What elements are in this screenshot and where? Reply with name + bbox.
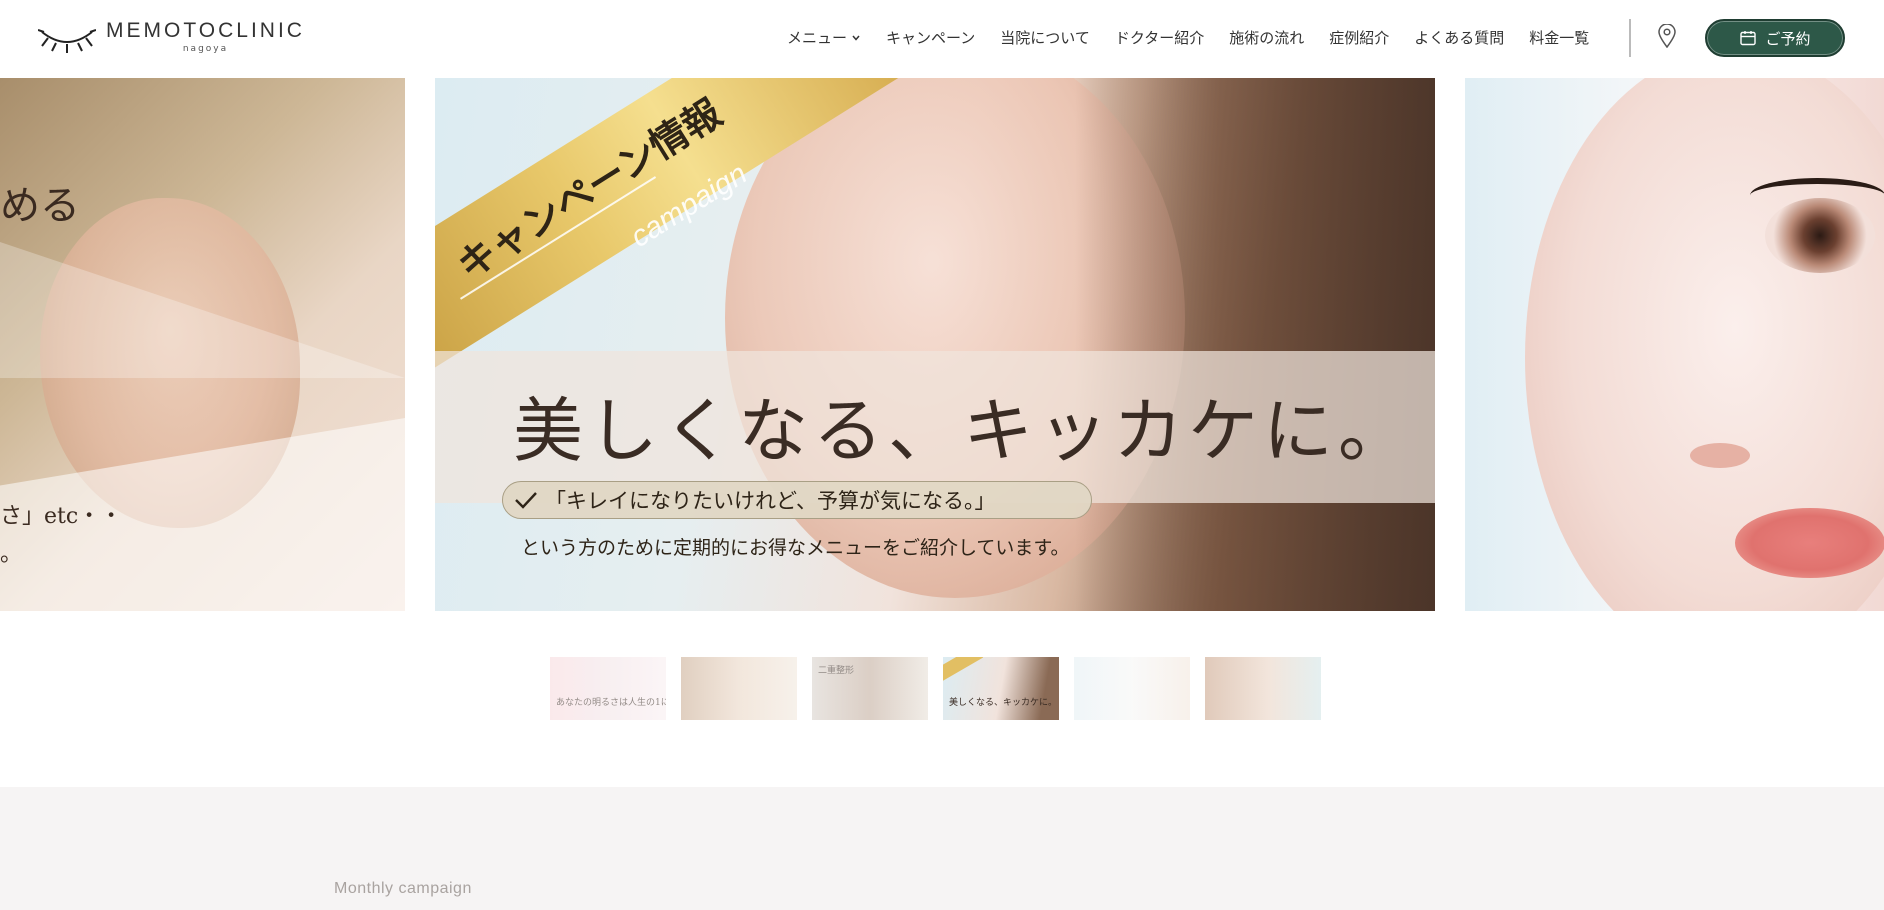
thumbnail-caption: 美しくなる、キッカケに。 bbox=[949, 698, 1058, 708]
nav-item-label: メニュー bbox=[787, 29, 848, 47]
nav-item-doctors[interactable]: ドクター紹介 bbox=[1115, 27, 1204, 48]
nav-item-pricing[interactable]: 料金一覧 bbox=[1529, 27, 1589, 48]
thumbnail-caption: 二重整形 bbox=[818, 666, 855, 676]
campaign-section: Monthly campaign bbox=[0, 787, 1884, 910]
model-hair bbox=[1075, 78, 1435, 611]
map-pin-icon[interactable] bbox=[1657, 24, 1677, 48]
nav-item-label: 施術の流れ bbox=[1229, 29, 1305, 47]
slide-subtext: という方のために定期的にお得なメニューをご紹介しています。 bbox=[521, 537, 1070, 559]
reserve-label: ご予約 bbox=[1765, 29, 1811, 48]
model-lips bbox=[1735, 508, 1884, 578]
calendar-icon bbox=[1740, 31, 1757, 46]
carousel-thumbnails: あなたの明るさは人生の1になる 二重整形 美しくなる、キッカケに。 bbox=[550, 657, 1321, 720]
chevron-down-icon bbox=[852, 35, 860, 41]
carousel-thumbnail[interactable]: あなたの明るさは人生の1になる bbox=[550, 657, 666, 720]
nav-item-label: よくある質問 bbox=[1414, 29, 1505, 47]
nav-item-menu[interactable]: メニュー bbox=[787, 27, 861, 48]
slide-headline: 美しくなる、キッカケに。 bbox=[513, 390, 1413, 472]
checkmark-icon bbox=[515, 492, 537, 509]
carousel-slide-next[interactable] bbox=[1465, 78, 1884, 611]
clinic-logo[interactable]: MEMOTOCLINIC nagoya bbox=[38, 18, 305, 54]
slide-text: さ」etc・・ bbox=[0, 504, 123, 529]
logo-subtitle: nagoya bbox=[182, 43, 229, 54]
carousel-thumbnail[interactable] bbox=[1205, 657, 1321, 720]
carousel-slide-active[interactable]: キャンペーン情報 campaign 美しくなる、キッカケに。 「キレイになりたい… bbox=[435, 78, 1435, 611]
nav-item-flow[interactable]: 施術の流れ bbox=[1229, 27, 1304, 48]
check-text: 「キレイになりたいけれど、予算が気になる。」 bbox=[545, 489, 996, 513]
eyelash-logo-icon bbox=[38, 29, 96, 53]
carousel-slide-prev[interactable]: める さ」etc・・ 。 bbox=[0, 78, 405, 611]
check-pill: 「キレイになりたいけれど、予算が気になる。」 bbox=[502, 481, 1092, 519]
model-eye bbox=[1765, 198, 1875, 273]
logo-name: MEMOTOCLINIC bbox=[106, 18, 305, 42]
nav-item-label: 症例紹介 bbox=[1329, 29, 1390, 47]
nav-item-faq[interactable]: よくある質問 bbox=[1414, 27, 1504, 48]
thumbnail-caption: あなたの明るさは人生の1になる bbox=[556, 698, 666, 708]
nav-item-label: 当院について bbox=[1000, 29, 1090, 47]
carousel-thumbnail[interactable] bbox=[681, 657, 797, 720]
header-divider bbox=[1629, 19, 1631, 57]
nav-item-label: キャンペーン bbox=[886, 29, 976, 47]
carousel-thumbnail[interactable] bbox=[1074, 657, 1190, 720]
slide-text: める bbox=[0, 183, 80, 229]
nav-item-cases[interactable]: 症例紹介 bbox=[1329, 27, 1389, 48]
site-header: MEMOTOCLINIC nagoya メニュー キャンペーン 当院について ド… bbox=[0, 0, 1884, 78]
nav-item-label: ドクター紹介 bbox=[1114, 29, 1205, 47]
reserve-button[interactable]: ご予約 bbox=[1705, 19, 1845, 57]
nav-item-label: 料金一覧 bbox=[1529, 29, 1590, 47]
nav-item-about[interactable]: 当院について bbox=[1000, 27, 1090, 48]
carousel-thumbnail[interactable]: 二重整形 bbox=[812, 657, 928, 720]
model-nose bbox=[1690, 443, 1750, 468]
slide-text: 。 bbox=[0, 542, 23, 567]
nav-item-campaign[interactable]: キャンペーン bbox=[886, 27, 975, 48]
thumbnail-ribbon bbox=[943, 657, 984, 683]
section-label: Monthly campaign bbox=[334, 880, 472, 897]
carousel-thumbnail-active[interactable]: 美しくなる、キッカケに。 bbox=[943, 657, 1059, 720]
main-nav: メニュー キャンペーン 当院について ドクター紹介 施術の流れ 症例紹介 よくあ… bbox=[787, 27, 1589, 48]
